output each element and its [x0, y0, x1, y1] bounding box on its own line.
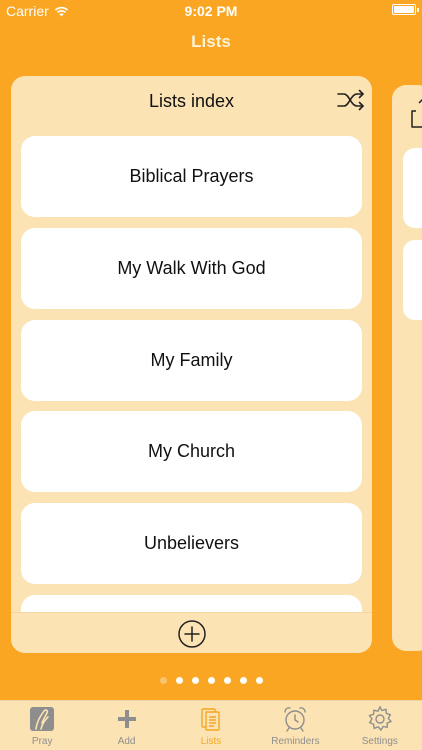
tab-add[interactable]: Add	[84, 701, 168, 750]
tab-settings[interactable]: Settings	[338, 701, 422, 750]
page-dot[interactable]	[255, 677, 263, 684]
page-dot[interactable]	[159, 677, 167, 684]
list-item-my-church[interactable]: My Church	[21, 411, 362, 492]
card-title: Lists index	[148, 91, 235, 111]
tab-lists[interactable]: Lists	[169, 701, 253, 750]
status-time: 9:02 PM	[184, 3, 238, 19]
list-item-label: Biblical Prayers	[129, 166, 254, 186]
praying-hands-icon	[30, 707, 55, 731]
status-bar: Carrier 9:02 PM	[0, 0, 422, 22]
tab-label: Add	[117, 736, 136, 747]
peek-list-item	[403, 148, 422, 228]
lists-container: Biblical Prayers My Walk With God My Fam…	[21, 136, 362, 612]
page-dot[interactable]	[175, 677, 183, 684]
tab-bar: Pray Add Lists Reminders Settings	[0, 700, 422, 750]
page-dot[interactable]	[207, 677, 215, 684]
list-item-my-family[interactable]: My Family	[21, 320, 362, 401]
peek-list-item	[403, 240, 422, 320]
page-dot[interactable]	[223, 677, 231, 684]
tab-reminders[interactable]: Reminders	[253, 701, 337, 750]
share-icon	[411, 99, 422, 128]
page-title: Lists	[191, 32, 231, 51]
list-item-label: My Walk With God	[117, 258, 266, 278]
list-item-label: My Family	[150, 350, 233, 370]
tab-label: Reminders	[271, 736, 320, 747]
tab-label: Settings	[361, 736, 398, 747]
list-item-my-walk-with-god[interactable]: My Walk With God	[21, 228, 362, 309]
page-indicator	[0, 677, 422, 684]
page-dot[interactable]	[191, 677, 199, 684]
list-item-label: My Church	[147, 441, 236, 461]
tab-label: Lists	[200, 736, 222, 747]
battery-icon	[392, 4, 419, 15]
card-footer	[11, 612, 372, 653]
list-item-biblical-prayers[interactable]: Biblical Prayers	[21, 136, 362, 217]
tab-pray[interactable]: Pray	[0, 701, 84, 750]
alarm-clock-icon	[284, 707, 307, 732]
list-item-label: Unbelievers	[143, 533, 240, 553]
list-item-partial[interactable]	[21, 595, 362, 612]
lists-index-card: Lists index Biblical Prayers My Walk Wit…	[11, 76, 372, 653]
next-card-peek[interactable]	[392, 85, 422, 651]
list-item-unbelievers[interactable]: Unbelievers	[21, 503, 362, 584]
shuffle-icon[interactable]	[336, 88, 366, 112]
status-right	[392, 4, 419, 15]
add-circle-icon[interactable]	[177, 619, 207, 649]
lists-icon	[201, 708, 220, 731]
gear-icon	[368, 705, 392, 732]
page-dot[interactable]	[239, 677, 247, 684]
plus-icon	[117, 710, 136, 728]
tab-label: Pray	[31, 736, 53, 747]
